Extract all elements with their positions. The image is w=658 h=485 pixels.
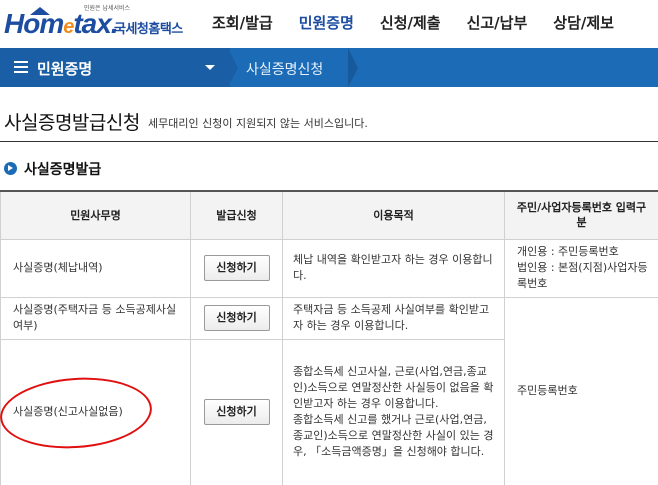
menu-apply-submit[interactable]: 신청/제출 bbox=[380, 12, 441, 33]
service-name-link[interactable]: 사실증명(주택자금 등 소득공제사실여부) bbox=[0, 296, 191, 340]
section-title: 사실증명발급 bbox=[24, 162, 102, 178]
id-type-text: 주민등록번호 bbox=[504, 296, 658, 485]
title-divider bbox=[0, 141, 658, 142]
breadcrumb-arrow-divider bbox=[348, 48, 358, 87]
nav-section-title: 민원증명 bbox=[37, 60, 93, 78]
page-description: 세무대리인 신청이 지원되지 않는 서비스입니다. bbox=[148, 117, 368, 130]
site-header: 민원은 납세서비스 Hometax. 국세청홈택스 조회/발급 민원증명 신청/… bbox=[0, 0, 658, 48]
apply-button-no-report[interactable]: 신청하기 bbox=[203, 399, 270, 425]
logo-korean-name: 국세청홈택스 bbox=[114, 22, 183, 37]
hometax-logo[interactable]: 민원은 납세서비스 Hometax. 국세청홈택스 bbox=[4, 2, 189, 46]
menu-civil-certificate[interactable]: 민원증명 bbox=[299, 12, 354, 33]
menu-consult-report[interactable]: 상담/제보 bbox=[553, 12, 614, 33]
caret-down-icon[interactable] bbox=[205, 65, 215, 70]
service-name-link[interactable]: 사실증명(신고사실없음) bbox=[0, 338, 191, 485]
apply-cell: 신청하기 bbox=[190, 338, 283, 485]
certificate-table: 민원사무명 발급신청 이용목적 주민/사업자등록번호 입력구분 사실증명(체납내… bbox=[0, 190, 658, 485]
purpose-text: 주택자금 등 소득공제 사실여부를 확인받고자 하는 경우 이용합니다. bbox=[282, 296, 505, 340]
logo-wordmark: Hometax. bbox=[4, 8, 119, 39]
table-row: 사실증명(주택자금 등 소득공제사실여부) 신청하기 주택자금 등 소득공제 사… bbox=[0, 296, 658, 485]
nav-arrow-divider bbox=[228, 48, 238, 87]
apply-button-housing-fund[interactable]: 신청하기 bbox=[203, 305, 270, 331]
arrow-circle-icon bbox=[4, 162, 17, 175]
apply-cell: 신청하기 bbox=[190, 296, 283, 340]
col-header-service-name: 민원사무명 bbox=[0, 190, 191, 240]
purpose-text: 체납 내역을 확인받고자 하는 경우 이용합니다. bbox=[282, 238, 505, 298]
service-name-link[interactable]: 사실증명(체납내역) bbox=[0, 238, 191, 298]
menu-report-pay[interactable]: 신고/납부 bbox=[467, 12, 528, 33]
col-header-apply: 발급신청 bbox=[190, 190, 283, 240]
nav-menu-dropdown[interactable]: 민원증명 bbox=[0, 48, 230, 87]
table-row: 사실증명(체납내역) 신청하기 체납 내역을 확인받고자 하는 경우 이용합니다… bbox=[0, 238, 658, 298]
col-header-purpose: 이용목적 bbox=[282, 190, 505, 240]
sub-navbar: 민원증명 사실증명신청 bbox=[0, 48, 658, 87]
col-header-id-type: 주민/사업자등록번호 입력구분 bbox=[504, 190, 658, 240]
breadcrumb-current[interactable]: 사실증명신청 bbox=[246, 59, 323, 79]
main-menu: 조회/발급 민원증명 신청/제출 신고/납부 상담/제보 bbox=[212, 12, 640, 33]
purpose-text: 종합소득세 신고사실, 근로(사업,연금,종교인)소득으로 연말정산한 사실등이… bbox=[282, 338, 505, 485]
apply-button-arrears[interactable]: 신청하기 bbox=[203, 255, 270, 281]
id-type-text: 개인용 : 주민등록번호 법인용 : 본점(지점)사업자등록번호 bbox=[504, 238, 658, 298]
page-title: 사실증명발급신청 bbox=[4, 112, 140, 134]
hamburger-icon[interactable] bbox=[14, 58, 28, 76]
menu-inquiry-issue[interactable]: 조회/발급 bbox=[212, 12, 273, 33]
apply-cell: 신청하기 bbox=[190, 238, 283, 298]
table-header-row: 민원사무명 발급신청 이용목적 주민/사업자등록번호 입력구분 bbox=[0, 190, 658, 240]
